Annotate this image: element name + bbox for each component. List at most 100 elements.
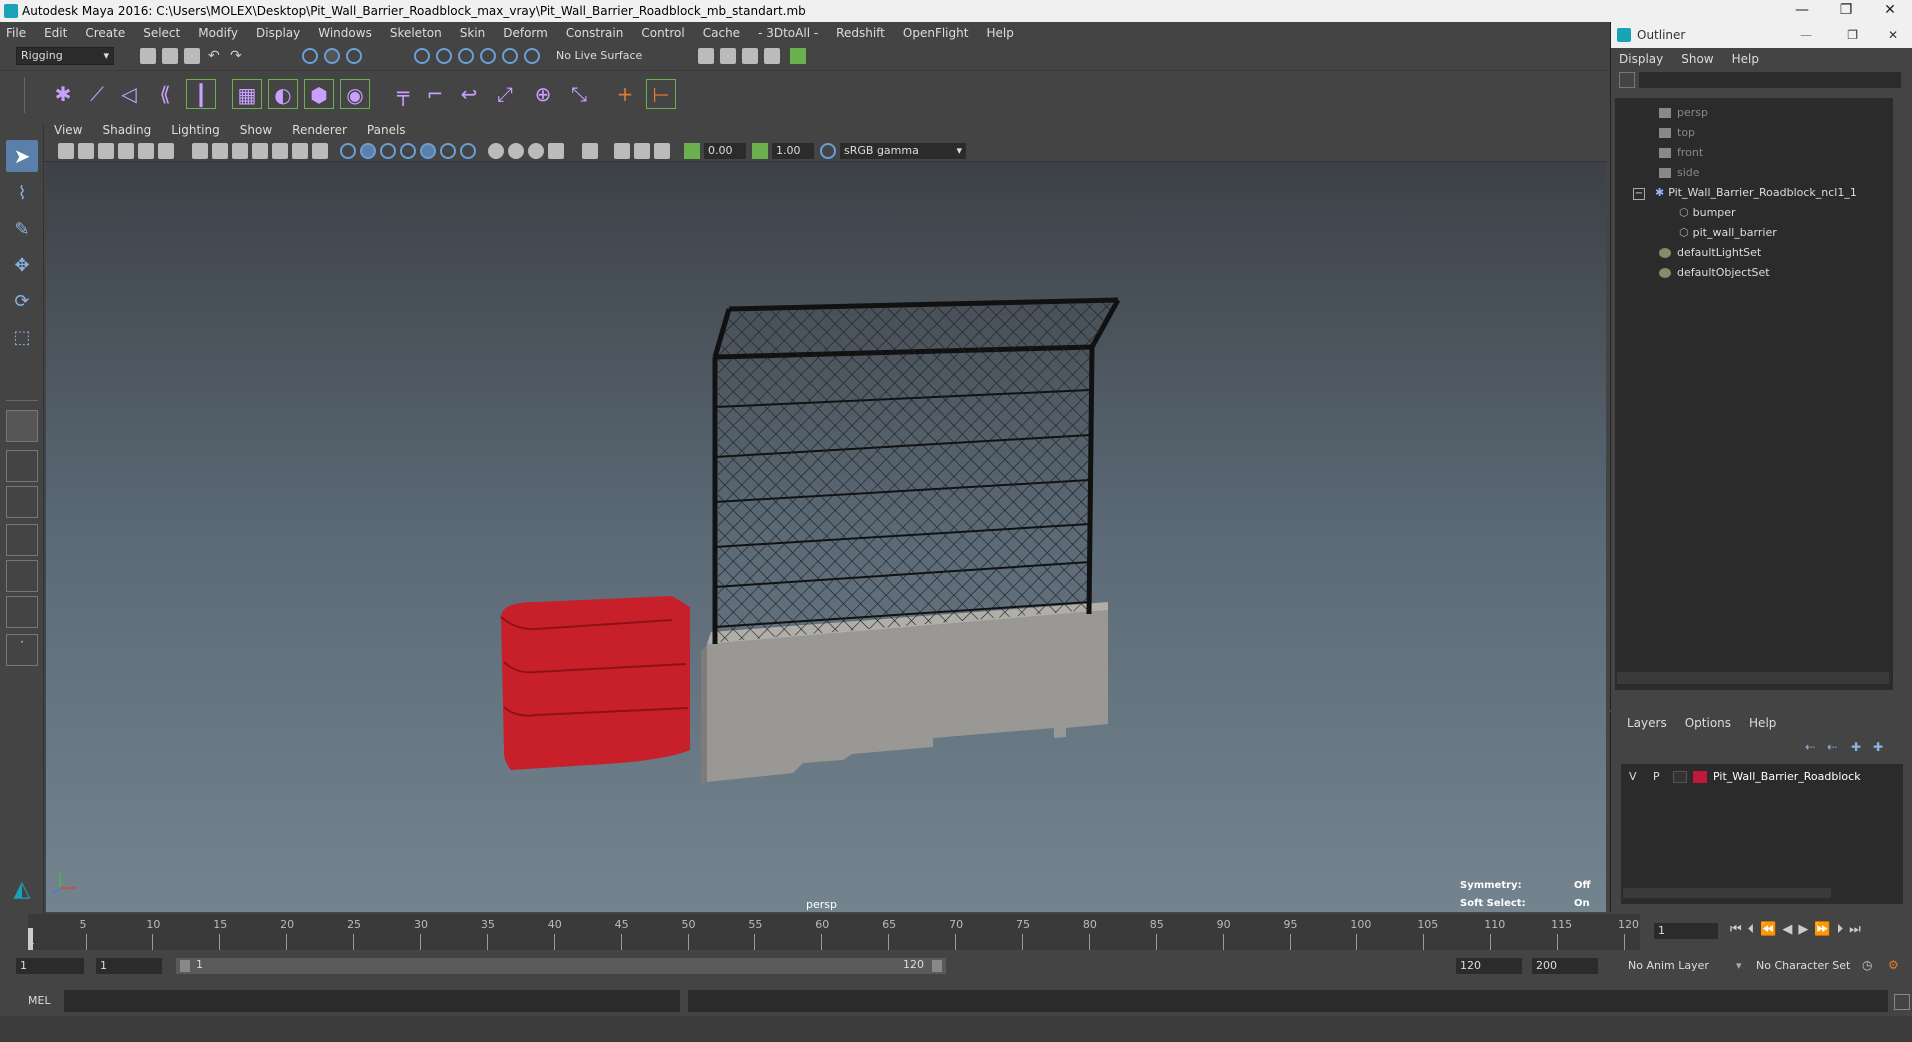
outliner-item-top[interactable]: top <box>1659 124 1695 142</box>
camera-select-icon[interactable] <box>58 143 74 159</box>
select-hierarchy-icon[interactable] <box>302 48 318 64</box>
move-layer-up-icon[interactable]: ⇠ <box>1805 740 1821 756</box>
layer-visibility-toggle[interactable]: V <box>1629 768 1637 786</box>
gamma-icon[interactable] <box>752 143 768 159</box>
range-slider[interactable]: 1 120 <box>176 958 946 974</box>
panel-menu-lighting[interactable]: Lighting <box>171 123 220 137</box>
image-plane-icon[interactable] <box>118 143 134 159</box>
default-material-icon[interactable] <box>380 143 396 159</box>
menu-modify[interactable]: Modify <box>198 26 238 40</box>
snap-surface-icon[interactable] <box>502 48 518 64</box>
play-forward-icon[interactable]: ▶ <box>1798 922 1808 942</box>
current-time-marker[interactable] <box>28 928 33 950</box>
menu-skin[interactable]: Skin <box>460 26 486 40</box>
persp-graph-layout-icon[interactable] <box>6 524 38 556</box>
outliner-close-button[interactable]: ✕ <box>1888 22 1898 48</box>
grid-icon[interactable] <box>192 143 208 159</box>
shadows-icon[interactable] <box>460 143 476 159</box>
motion-blur-icon[interactable] <box>508 143 524 159</box>
persp-uv-layout-icon[interactable] <box>6 596 38 628</box>
rotate-tool-icon[interactable]: ⟳ <box>6 286 38 318</box>
wireframe-on-shaded-icon[interactable] <box>400 143 416 159</box>
layer-menu-help[interactable]: Help <box>1749 716 1776 730</box>
character-set-dropdown[interactable]: No Character Set <box>1756 959 1850 972</box>
menu-control[interactable]: Control <box>641 26 684 40</box>
current-frame-field[interactable]: 1 <box>1654 923 1718 939</box>
move-tool-icon[interactable]: ✥ <box>6 250 38 282</box>
xray-icon[interactable] <box>614 143 630 159</box>
filter-icon[interactable] <box>1619 72 1635 88</box>
textured-icon[interactable] <box>420 143 436 159</box>
smooth-shade-icon[interactable] <box>360 143 376 159</box>
outliner-horizontal-scrollbar[interactable] <box>1617 672 1889 684</box>
bookmark-icon[interactable] <box>98 143 114 159</box>
anim-layer-dropdown[interactable]: No Anim Layer <box>1628 959 1709 972</box>
outliner-search-input[interactable] <box>1639 72 1901 88</box>
screen-space-ao-icon[interactable] <box>488 143 504 159</box>
exposure-icon[interactable] <box>684 143 700 159</box>
menu-skeleton[interactable]: Skeleton <box>390 26 442 40</box>
step-back-key-icon[interactable]: ⏪ <box>1760 922 1776 942</box>
range-start-handle[interactable] <box>180 960 190 972</box>
scale-tool-icon[interactable]: ⬚ <box>6 322 38 354</box>
menu-cache[interactable]: Cache <box>703 26 740 40</box>
step-forward-key-icon[interactable]: ⏩ <box>1814 922 1830 942</box>
menu-openflight[interactable]: OpenFlight <box>903 26 969 40</box>
outliner-item-default-object-set[interactable]: defaultObjectSet <box>1659 264 1770 282</box>
scale-constraint-icon[interactable]: ⤢ <box>490 79 520 109</box>
aim-constraint-icon[interactable]: ⌐ <box>420 79 450 109</box>
go-to-start-icon[interactable]: ⏮ <box>1730 922 1742 942</box>
panel-menu-renderer[interactable]: Renderer <box>292 123 347 137</box>
outliner-menu-display[interactable]: Display <box>1619 52 1663 66</box>
outliner-item-default-light-set[interactable]: defaultLightSet <box>1659 244 1761 262</box>
outliner-maximize-button[interactable]: ❐ <box>1847 22 1858 48</box>
shelf-tab-handle[interactable] <box>24 77 32 113</box>
collapse-icon[interactable]: − <box>1633 188 1645 200</box>
snap-point-icon[interactable] <box>458 48 474 64</box>
persp-outliner-layout-icon[interactable] <box>6 486 38 518</box>
menu-file[interactable]: File <box>6 26 26 40</box>
menu-create[interactable]: Create <box>85 26 125 40</box>
render-frame-icon[interactable] <box>720 48 736 64</box>
panel-menu-view[interactable]: View <box>54 123 82 137</box>
bind-skin-icon[interactable]: ⟪ <box>150 79 180 109</box>
sculpt-icon[interactable]: ⬢ <box>304 79 334 109</box>
safe-action-icon[interactable] <box>292 143 308 159</box>
grease-pencil-icon[interactable] <box>158 143 174 159</box>
command-input[interactable] <box>64 990 680 1012</box>
animation-end-field[interactable]: 200 <box>1532 958 1598 974</box>
step-back-frame-icon[interactable]: ⏴ <box>1748 922 1755 942</box>
outliner-menu-show[interactable]: Show <box>1681 52 1713 66</box>
menu-help[interactable]: Help <box>986 26 1013 40</box>
snap-vertex-icon[interactable] <box>524 48 540 64</box>
layer-name[interactable]: Pit_Wall_Barrier_Roadblock <box>1713 768 1861 786</box>
mel-label[interactable]: MEL <box>28 994 51 1007</box>
live-surface-label[interactable]: No Live Surface <box>556 49 642 62</box>
auto-key-icon[interactable]: ◷ <box>1862 958 1878 974</box>
outliner-item-front[interactable]: front <box>1659 144 1703 162</box>
outliner-item-bumper[interactable]: ⬡ bumper <box>1679 204 1736 222</box>
menu-redshift[interactable]: Redshift <box>836 26 885 40</box>
depth-of-field-icon[interactable] <box>548 143 564 159</box>
panel-menu-show[interactable]: Show <box>240 123 272 137</box>
animation-start-field[interactable]: 1 <box>16 958 84 974</box>
hypershade-icon[interactable] <box>790 48 806 64</box>
lattice-icon[interactable]: ▦ <box>232 79 262 109</box>
save-scene-icon[interactable] <box>184 48 200 64</box>
layer-color-swatch[interactable] <box>1693 771 1707 783</box>
menuset-dropdown[interactable]: Rigging ▾ <box>16 47 114 65</box>
close-button[interactable]: ✕ <box>1868 0 1912 22</box>
snap-view-plane-icon[interactable] <box>480 48 496 64</box>
ik-fk-switch-icon[interactable]: ⊢ <box>646 79 676 109</box>
gamma-field[interactable]: 1.00 <box>772 143 814 159</box>
resolution-gate-icon[interactable] <box>232 143 248 159</box>
new-layer-selected-icon[interactable]: ✚ <box>1873 740 1889 756</box>
isolate-select-icon[interactable] <box>582 143 598 159</box>
move-layer-down-icon[interactable]: ⇠ <box>1827 740 1843 756</box>
four-view-layout-icon[interactable] <box>6 450 38 482</box>
playback-end-field[interactable]: 120 <box>1456 958 1522 974</box>
orient-constraint-icon[interactable]: ↩ <box>454 79 484 109</box>
point-constraint-icon[interactable]: ╤ <box>388 79 418 109</box>
new-scene-icon[interactable] <box>140 48 156 64</box>
render-settings-icon[interactable] <box>698 48 714 64</box>
